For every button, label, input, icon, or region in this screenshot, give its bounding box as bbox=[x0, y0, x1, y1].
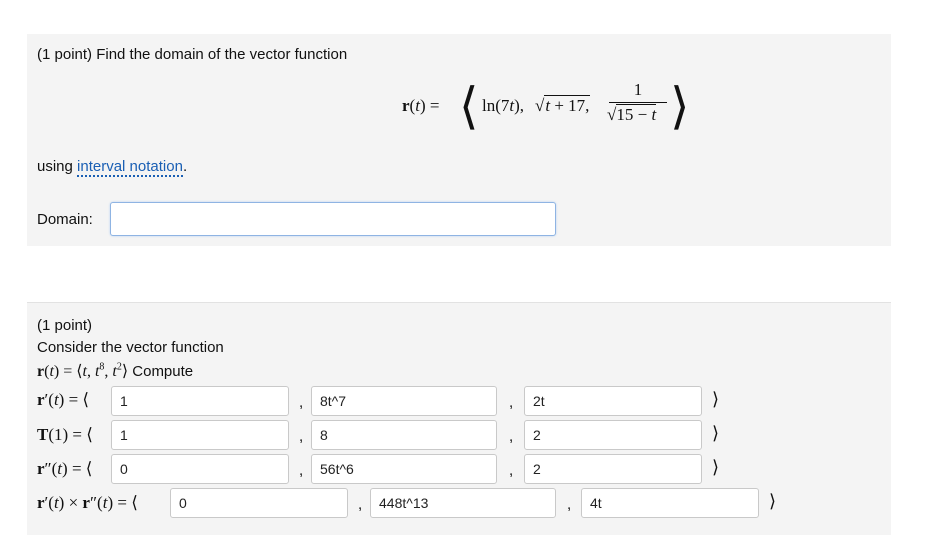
domain-label: Domain: bbox=[37, 211, 93, 228]
comma: , bbox=[509, 394, 514, 411]
r-prime-component-1[interactable] bbox=[111, 386, 289, 416]
using-line: using interval notation. bbox=[37, 158, 188, 177]
problem-2-title: (1 point) bbox=[37, 317, 93, 334]
comma: , bbox=[509, 462, 514, 479]
function-lhs: r(t) = bbox=[402, 96, 440, 115]
period-text: . bbox=[182, 158, 188, 175]
cross-product-component-3[interactable] bbox=[581, 488, 759, 518]
comma: , bbox=[299, 428, 304, 445]
tangent-component-2[interactable] bbox=[311, 420, 497, 450]
component-ln: ln(7t), bbox=[482, 96, 525, 115]
r-double-prime-component-1[interactable] bbox=[111, 454, 289, 484]
comma: , bbox=[567, 496, 572, 513]
comma: , bbox=[509, 428, 514, 445]
comma: , bbox=[358, 496, 363, 513]
fraction-bar bbox=[609, 102, 667, 103]
tangent-component-3[interactable] bbox=[524, 420, 702, 450]
comma: , bbox=[299, 462, 304, 479]
component-sqrt: √t + 17, bbox=[535, 95, 591, 115]
vector-function-display: r(t) = ⟨ ln(7t), √t + 17, 1 √15 − t ⟩ bbox=[402, 78, 722, 140]
problem-2-function-line: r(t) = ⟨t, t8, t2⟩ Compute bbox=[37, 361, 193, 381]
using-text: using bbox=[37, 158, 73, 175]
function-definition: r(t) = ⟨t, t8, t2⟩ bbox=[37, 361, 129, 380]
close-angle: ⟩ bbox=[769, 491, 777, 511]
interval-notation-link[interactable]: interval notation bbox=[77, 158, 183, 177]
close-angle: ⟩ bbox=[712, 423, 720, 443]
compute-word: Compute bbox=[132, 363, 194, 380]
close-angle: ⟩ bbox=[712, 389, 720, 409]
tangent-component-1[interactable] bbox=[111, 420, 289, 450]
r-prime-component-2[interactable] bbox=[311, 386, 497, 416]
cross-product-component-1[interactable] bbox=[170, 488, 348, 518]
row-label-unit-tangent: T(1) = ⟨ bbox=[37, 425, 93, 444]
left-angle-bracket: ⟨ bbox=[459, 78, 479, 134]
cross-product-component-2[interactable] bbox=[370, 488, 556, 518]
r-double-prime-component-2[interactable] bbox=[311, 454, 497, 484]
r-prime-component-3[interactable] bbox=[524, 386, 702, 416]
row-label-r-double-prime: r″(t) = ⟨ bbox=[37, 459, 93, 478]
domain-input[interactable] bbox=[110, 202, 556, 236]
close-angle: ⟩ bbox=[712, 457, 720, 477]
comma: , bbox=[299, 394, 304, 411]
right-angle-bracket: ⟩ bbox=[670, 78, 690, 134]
fraction-denominator: √15 − t bbox=[607, 104, 657, 124]
row-label-cross-product: r′(t) × r″(t) = ⟨ bbox=[37, 493, 138, 512]
fraction-numerator: 1 bbox=[633, 80, 643, 99]
problem-1-intro: (1 point) Find the domain of the vector … bbox=[37, 46, 348, 63]
r-double-prime-component-3[interactable] bbox=[524, 454, 702, 484]
row-label-r-prime: r′(t) = ⟨ bbox=[37, 390, 90, 409]
problem-2-consider: Consider the vector function bbox=[37, 339, 224, 356]
